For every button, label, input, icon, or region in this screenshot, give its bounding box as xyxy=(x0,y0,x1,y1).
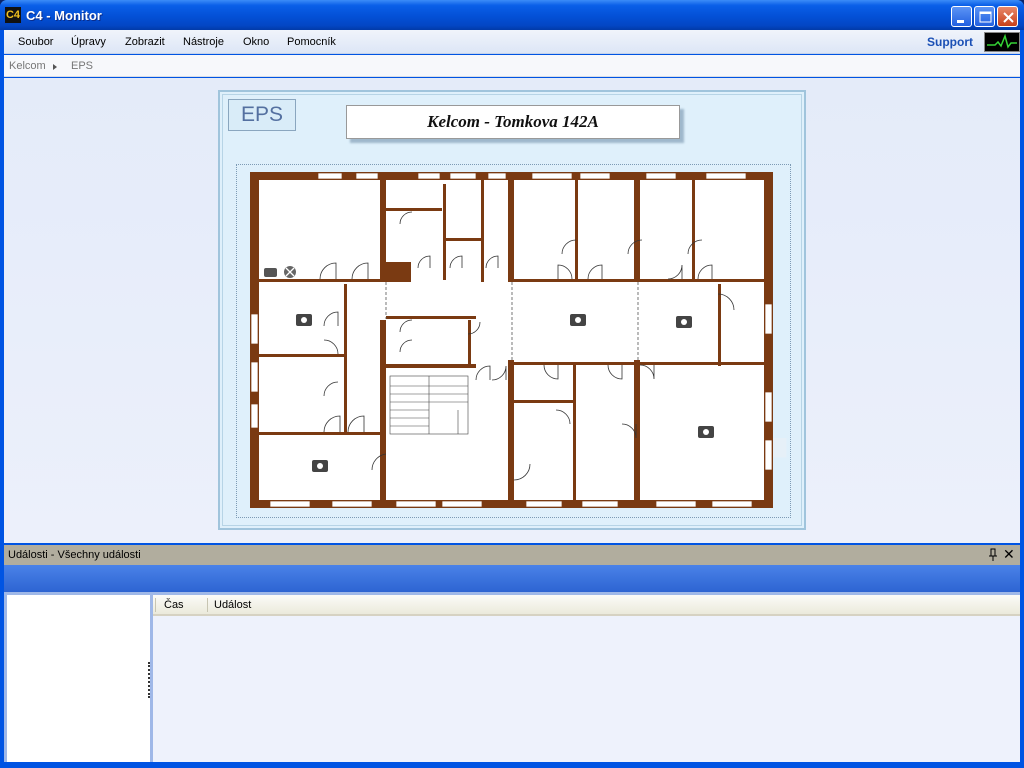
window-title: C4 - Monitor xyxy=(26,8,102,23)
alarm-sounder-icon[interactable] xyxy=(264,268,277,277)
control-panel-icon[interactable] xyxy=(284,266,296,278)
column-udalost[interactable]: Událost xyxy=(214,599,251,611)
close-panel-icon[interactable]: ✕ xyxy=(1003,547,1015,561)
breadcrumb-kelcom[interactable]: Kelcom xyxy=(9,60,46,72)
events-column-header: Čas Událost xyxy=(153,595,1020,616)
minimize-button[interactable] xyxy=(951,6,972,27)
events-body: Čas Událost xyxy=(4,592,1020,762)
building-title: Kelcom - Tomkova 142A xyxy=(346,105,680,139)
breadcrumb-arrow-icon xyxy=(53,64,57,70)
events-toolbar xyxy=(4,565,1020,592)
support-link[interactable]: Support xyxy=(927,35,973,49)
floor-plan: C4 xyxy=(250,172,787,518)
menu-pomocnik[interactable]: Pomocník xyxy=(287,36,336,48)
column-separator[interactable] xyxy=(207,598,208,612)
events-panel-header: Události - Všechny události ✕ xyxy=(4,545,1020,565)
floor-plan-panel: EPS Kelcom - Tomkova 142A C4 xyxy=(218,90,806,530)
pane-splitter[interactable] xyxy=(148,662,151,698)
pin-icon[interactable] xyxy=(988,548,998,561)
menu-zobrazit[interactable]: Zobrazit xyxy=(125,36,165,48)
menu-nastroje[interactable]: Nástroje xyxy=(183,36,224,48)
menu-soubor[interactable]: Soubor xyxy=(18,36,53,48)
menu-bar: Soubor Úpravy Zobrazit Nástroje Okno Pom… xyxy=(4,30,1020,54)
breadcrumb-eps[interactable]: EPS xyxy=(71,60,93,72)
maximize-icon xyxy=(979,11,992,23)
breadcrumb: Kelcom EPS xyxy=(4,55,1020,77)
column-separator xyxy=(155,598,156,612)
column-cas[interactable]: Čas xyxy=(164,599,184,611)
app-window: C4 C4 - Monitor Soubor Úpravy Zobrazit N… xyxy=(0,0,1024,768)
workspace: EPS Kelcom - Tomkova 142A C4 xyxy=(4,78,1020,543)
minimize-icon xyxy=(957,20,964,23)
title-bar[interactable]: C4 C4 - Monitor xyxy=(0,0,1024,30)
menu-upravy[interactable]: Úpravy xyxy=(71,36,106,48)
events-tree-pane[interactable] xyxy=(7,595,150,762)
maximize-button[interactable] xyxy=(974,6,995,27)
pulse-icon[interactable] xyxy=(984,32,1020,52)
events-list-pane[interactable]: Čas Událost xyxy=(153,595,1020,762)
menu-okno[interactable]: Okno xyxy=(243,36,269,48)
close-button[interactable] xyxy=(997,6,1018,27)
events-panel-title: Události - Všechny události xyxy=(8,549,141,561)
app-icon: C4 xyxy=(5,7,21,23)
close-icon xyxy=(1003,12,1014,23)
eps-label: EPS xyxy=(228,99,296,131)
